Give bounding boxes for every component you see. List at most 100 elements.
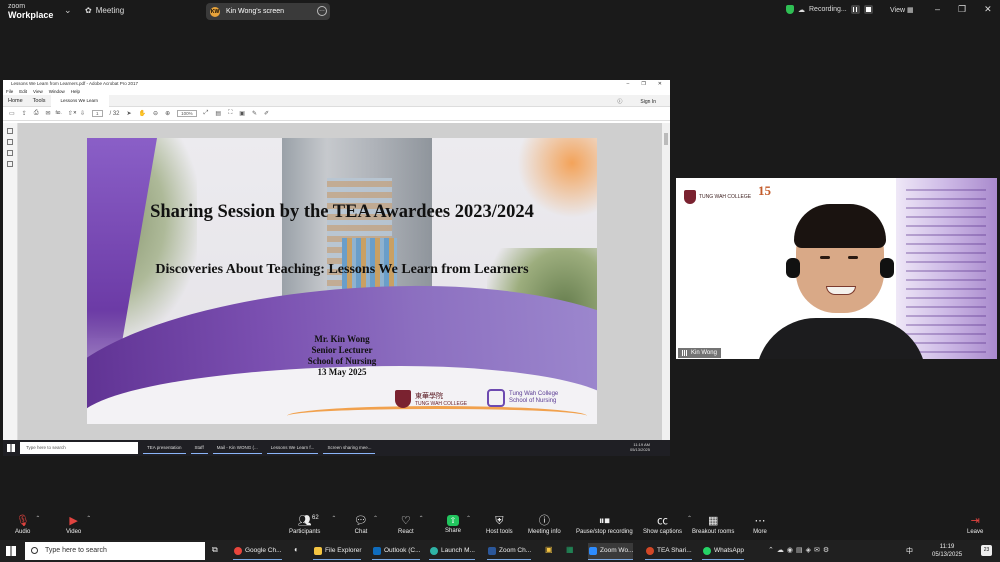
pause-recording-button[interactable] (850, 5, 860, 14)
close-icon[interactable]: ✕ (984, 4, 992, 15)
zoom-in-icon[interactable]: ⊕ (165, 110, 170, 117)
attachment-icon[interactable] (7, 150, 13, 156)
participant-video-tile[interactable]: TUNG WAH COLLEGE 15 Kin Wong (676, 178, 997, 359)
zoom-out-icon[interactable]: ⊖ (153, 110, 158, 117)
taskbar-app-label: Outlook (C... (384, 547, 421, 554)
tab-tools[interactable]: Tools (28, 98, 51, 104)
tab-document[interactable]: Lessons We Learn fr... ✕ (50, 94, 109, 115)
more-button[interactable]: ⋯ More (753, 515, 767, 535)
print-icon[interactable]: ⎙ (34, 110, 39, 117)
audio-level-icon (682, 350, 688, 356)
read-mode-icon[interactable]: ▣ (239, 110, 245, 117)
acrobat-title: Lessons We Learn from Learners.pdf - Ado… (11, 81, 138, 86)
chevron-up-icon[interactable]: ⌃ (331, 515, 336, 522)
remote-taskbar-app[interactable]: Screen sharing mee... (323, 442, 376, 454)
bookmark-icon[interactable] (7, 139, 13, 145)
sign-in-link[interactable]: Sign In (635, 99, 661, 105)
zoom-workplace-logo[interactable]: zoom Workplace (8, 3, 53, 20)
remote-taskbar-app[interactable]: Staff (190, 442, 208, 454)
draw-icon[interactable]: ✐ (264, 110, 269, 117)
share-screen-icon: ⇧ (447, 515, 459, 526)
meeting-info-button[interactable]: ⓘ Meeting info (528, 515, 561, 535)
mail-icon[interactable]: ✉ (46, 110, 51, 117)
share-screen-button[interactable]: ⇧ Share ⌃ (445, 515, 471, 534)
scrollbar-thumb[interactable] (664, 133, 668, 145)
app-icon[interactable]: ▣ (545, 545, 553, 554)
app-icon[interactable]: ◐ (294, 545, 299, 554)
video-button[interactable]: ▶ Video ⌃ (66, 515, 91, 535)
acrobat-window-controls: – ❐ ✕ (627, 80, 662, 88)
remote-taskbar-app[interactable]: TEA presentation (143, 442, 186, 454)
fullscreen-icon[interactable]: ⛶ (228, 110, 232, 117)
chevron-up-icon[interactable]: ⌃ (86, 515, 91, 522)
comment-icon[interactable]: ✎ (252, 110, 257, 117)
react-button[interactable]: ♡ React ⌃ (398, 515, 424, 535)
taskbar-app-whatsapp[interactable]: WhatsApp (702, 543, 744, 560)
taskbar-search-box[interactable]: Type here to search (25, 542, 205, 560)
meeting-label: Meeting (95, 6, 125, 15)
hand-tool-icon[interactable]: ✋ (139, 110, 146, 117)
taskbar-app-zoom[interactable]: Zoom Wo... (588, 543, 634, 560)
taskbar-app-powerpoint[interactable]: TEA Shari... (645, 543, 692, 560)
audio-button[interactable]: 🎙︎ Audio ⌃ (15, 515, 40, 535)
folder-icon (314, 547, 322, 555)
chevron-up-icon[interactable]: ⌃ (466, 515, 471, 522)
pause-stop-recording-button[interactable]: ⏸⏹ Pause/stop recording (576, 515, 633, 535)
view-button[interactable]: View ▦ (890, 6, 914, 14)
taskbar-app-word[interactable]: Zoom Ch... (487, 543, 532, 560)
remote-search-box[interactable]: Type here to search (20, 442, 138, 454)
breakout-rooms-button[interactable]: ▦ Breakout rooms (692, 515, 734, 535)
vt-logo-text: TUNG WAH COLLEGE (699, 194, 752, 200)
minimize-icon[interactable]: – (627, 80, 630, 88)
more-options-icon[interactable]: … (317, 6, 327, 16)
close-icon[interactable]: ✕ (68, 110, 82, 115)
select-tool-icon[interactable]: ➤ (127, 110, 132, 117)
host-tools-button[interactable]: ⛨ Host tools (486, 515, 513, 535)
system-tray-icons[interactable]: ⌃☁◉▤◈✉⚙ (768, 546, 832, 554)
fit-page-icon[interactable]: ⤢ (204, 110, 209, 117)
taskbar-clock[interactable]: 11:19 05/13/2025 (932, 543, 962, 559)
menu-file[interactable]: File (6, 88, 13, 95)
chevron-up-icon[interactable]: ⌃ (373, 515, 378, 522)
minimize-icon[interactable]: – (935, 4, 940, 15)
captions-button[interactable]: ㏄ Show captions ⌃ (643, 515, 692, 535)
windows-start-icon[interactable] (7, 444, 15, 452)
chevron-up-icon[interactable]: ⌃ (35, 515, 40, 522)
excel-icon[interactable]: ▦ (566, 545, 574, 554)
restore-icon[interactable]: ❐ (958, 4, 966, 15)
notification-badge[interactable]: 23 (981, 545, 992, 556)
chat-button[interactable]: 💬︎ Chat ⌃ (354, 515, 378, 535)
tab-home[interactable]: Home (3, 98, 28, 104)
nursing-logo-line1: Tung Wah College (509, 391, 559, 397)
screen-share-indicator[interactable]: KW Kin Wong's screen … (206, 3, 330, 20)
upload-icon[interactable]: ⇪ (22, 110, 27, 117)
remote-taskbar: Type here to search TEA presentation Sta… (3, 440, 670, 456)
chevron-up-icon[interactable]: ⌃ (419, 515, 424, 522)
taskbar-date: 05/13/2025 (932, 552, 963, 558)
stop-recording-button[interactable] (863, 5, 873, 14)
page-number-input[interactable]: 1 (91, 110, 103, 117)
remote-taskbar-app[interactable]: Mail - Kin WONG (... (212, 442, 262, 454)
help-icon[interactable]: ⓘ (612, 98, 627, 105)
input-language[interactable]: 中 (906, 546, 913, 556)
taskbar-app-outlook[interactable]: Outlook (C... (372, 543, 421, 560)
encryption-shield-icon[interactable] (786, 5, 794, 14)
windows-start-icon[interactable] (6, 546, 16, 556)
layers-icon[interactable] (7, 161, 13, 167)
acrobat-scrollbar[interactable] (662, 123, 670, 440)
task-view-icon[interactable]: ⧉ (212, 545, 218, 555)
taskbar-app-chrome[interactable]: Google Ch... (233, 543, 282, 560)
menu-view[interactable]: View (33, 88, 43, 95)
leave-button[interactable]: ⇥ Leave (967, 515, 983, 535)
chevron-down-icon[interactable]: ⌄ (64, 5, 72, 16)
close-icon[interactable]: ✕ (658, 80, 662, 88)
save-icon[interactable]: ▭ (9, 110, 15, 117)
remote-taskbar-app[interactable]: Lessons We Learn f... (266, 442, 319, 454)
menu-edit[interactable]: Edit (19, 88, 27, 95)
page-icon[interactable]: ▤ (215, 110, 221, 117)
taskbar-app-file-explorer[interactable]: File Explorer (313, 543, 362, 560)
taskbar-app-edge[interactable]: Launch M... (429, 543, 475, 560)
thumbnails-icon[interactable] (7, 128, 13, 134)
zoom-level-select[interactable]: 100% (177, 110, 197, 117)
restore-icon[interactable]: ❐ (641, 80, 645, 88)
